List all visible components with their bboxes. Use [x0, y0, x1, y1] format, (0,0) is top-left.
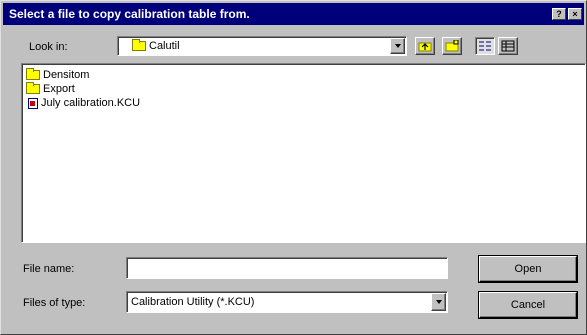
details-view-button[interactable]: [498, 37, 518, 55]
list-item[interactable]: July calibration.KCU: [26, 96, 581, 110]
dialog-title: Select a file to copy calibration table …: [9, 7, 250, 21]
details-view-icon: [501, 40, 515, 52]
close-button[interactable]: ×: [568, 8, 582, 20]
file-open-dialog: Select a file to copy calibration table …: [0, 0, 587, 335]
file-list[interactable]: Densitom Export July calibration.KCU: [21, 63, 586, 243]
cancel-button[interactable]: Cancel: [479, 292, 577, 318]
document-icon: [28, 97, 38, 109]
new-folder-icon: [445, 40, 459, 52]
file-name: July calibration.KCU: [41, 97, 141, 109]
open-button[interactable]: Open: [479, 256, 577, 282]
title-bar: Select a file to copy calibration table …: [3, 3, 584, 25]
list-item[interactable]: Export: [26, 82, 581, 96]
files-of-type-value: Calibration Utility (*.KCU): [131, 296, 255, 308]
folder-icon: [26, 68, 40, 80]
look-in-label: Look in:: [29, 41, 68, 53]
list-view-button[interactable]: [475, 37, 495, 55]
chevron-down-icon[interactable]: [431, 293, 446, 311]
new-folder-button[interactable]: [442, 37, 462, 55]
folder-icon: [26, 82, 40, 94]
cancel-button-label: Cancel: [510, 299, 546, 311]
look-in-dropdown[interactable]: Calutil: [117, 36, 407, 56]
list-view-icon: [479, 41, 491, 51]
folder-icon: [132, 39, 146, 51]
files-of-type-label: Files of type:: [23, 297, 86, 309]
list-item[interactable]: Densitom: [26, 68, 581, 82]
up-folder-icon: [418, 42, 432, 52]
chevron-down-icon[interactable]: [390, 38, 405, 54]
file-name: Export: [43, 83, 75, 95]
file-name: Densitom: [43, 69, 90, 81]
up-one-level-button[interactable]: [415, 37, 435, 55]
open-button-label: Open: [514, 263, 542, 275]
file-name-input[interactable]: [126, 257, 448, 279]
look-in-value: Calutil: [149, 40, 180, 52]
help-button[interactable]: ?: [552, 8, 566, 20]
files-of-type-dropdown[interactable]: Calibration Utility (*.KCU): [126, 291, 448, 313]
file-name-label: File name:: [23, 263, 75, 275]
